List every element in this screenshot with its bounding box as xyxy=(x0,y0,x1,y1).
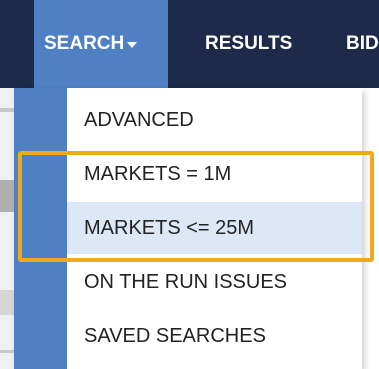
menu-item-advanced[interactable]: ADVANCED xyxy=(67,94,362,146)
menu-item-label: MARKETS <= 25M xyxy=(84,216,255,239)
menu-item-markets-25m[interactable]: MARKETS <= 25M xyxy=(67,202,362,254)
tab-bid[interactable]: BID xyxy=(346,0,379,88)
tab-search-label: SEARCH xyxy=(44,33,125,54)
menu-item-on-the-run-issues[interactable]: ON THE RUN ISSUES xyxy=(67,256,362,308)
top-nav-bar: SEARCH RESULTS BID xyxy=(0,0,379,88)
background-element xyxy=(0,180,14,212)
menu-item-label: ON THE RUN ISSUES xyxy=(84,270,287,293)
tab-results[interactable]: RESULTS xyxy=(205,0,292,88)
menu-item-markets-1m[interactable]: MARKETS = 1M xyxy=(67,148,362,200)
menu-item-label: ADVANCED xyxy=(84,108,194,131)
background-divider xyxy=(0,108,14,112)
chevron-down-icon xyxy=(127,42,138,48)
menu-accent-bar xyxy=(14,88,67,369)
menu-item-saved-searches[interactable]: SAVED SEARCHES xyxy=(67,310,362,362)
background-content-strip xyxy=(0,88,14,369)
menu-item-label: SAVED SEARCHES xyxy=(84,324,266,347)
tab-bid-label: BID xyxy=(346,33,379,54)
background-divider xyxy=(0,350,14,353)
menu-item-label: MARKETS = 1M xyxy=(84,162,232,185)
tab-results-label: RESULTS xyxy=(205,33,293,54)
tab-search[interactable]: SEARCH xyxy=(34,0,168,88)
background-element xyxy=(0,290,14,315)
search-dropdown-menu: ADVANCED MARKETS = 1M MARKETS <= 25M ON … xyxy=(14,88,362,369)
